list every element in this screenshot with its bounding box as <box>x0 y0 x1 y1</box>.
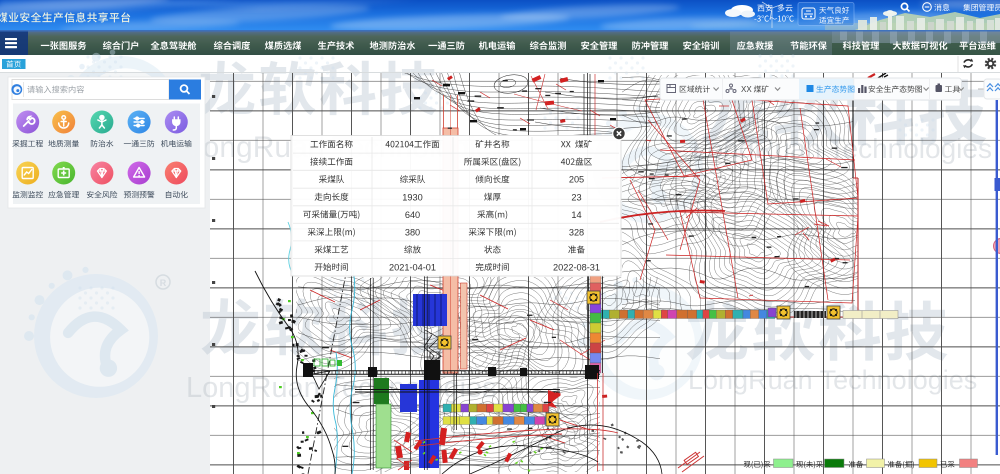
svg-text:XX: XX <box>741 85 752 94</box>
svg-text:R: R <box>160 278 167 288</box>
svg-text:23: 23 <box>571 192 581 202</box>
svg-text:2022-08-31: 2022-08-31 <box>553 263 600 273</box>
svg-text:380: 380 <box>405 227 420 237</box>
svg-text:640: 640 <box>405 210 420 220</box>
svg-text:2021-04-01: 2021-04-01 <box>389 263 436 273</box>
svg-text:328: 328 <box>569 227 584 237</box>
svg-text:14: 14 <box>571 210 581 220</box>
svg-text:1930: 1930 <box>402 192 422 202</box>
svg-text:205: 205 <box>569 175 584 185</box>
svg-text:LongRuan Technologies: LongRuan Technologies <box>688 365 977 395</box>
